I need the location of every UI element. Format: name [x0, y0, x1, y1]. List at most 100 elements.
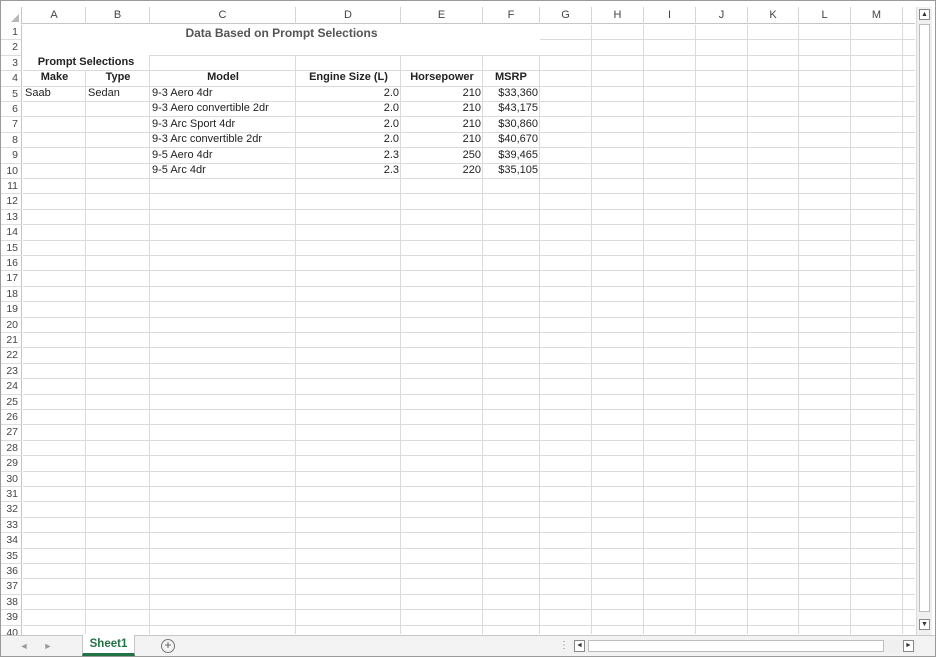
- header-msrp[interactable]: MSRP: [495, 70, 552, 85]
- cell-msrp[interactable]: $43,175: [483, 101, 540, 116]
- cell-model[interactable]: 9-3 Arc convertible 2dr: [150, 132, 296, 147]
- cell-engine-size[interactable]: 2.3: [296, 148, 401, 163]
- vertical-scroll-thumb[interactable]: [919, 24, 930, 612]
- cell-horsepower[interactable]: 210: [401, 101, 483, 116]
- cell-model[interactable]: 9-3 Arc Sport 4dr: [150, 117, 296, 132]
- cell-msrp[interactable]: $33,360: [483, 86, 540, 101]
- cell-engine-size[interactable]: 2.0: [296, 86, 401, 101]
- cell-msrp[interactable]: $30,860: [483, 117, 540, 132]
- row-header-12[interactable]: 12: [1, 194, 22, 210]
- row-header-23[interactable]: 23: [1, 363, 22, 380]
- cell-msrp[interactable]: $40,670: [483, 132, 540, 147]
- row-header-11[interactable]: 11: [1, 179, 22, 195]
- cell-horsepower[interactable]: 210: [401, 117, 483, 132]
- scroll-left-icon[interactable]: ◄: [574, 640, 585, 652]
- column-header-l[interactable]: L: [799, 7, 851, 24]
- row-header-31[interactable]: 31: [1, 487, 22, 503]
- cell-model[interactable]: 9-5 Aero 4dr: [150, 148, 296, 163]
- row-header-38[interactable]: 38: [1, 594, 22, 611]
- column-header-e[interactable]: E: [401, 7, 483, 24]
- cell-engine-size[interactable]: 2.0: [296, 117, 401, 132]
- column-header-d[interactable]: D: [296, 7, 401, 24]
- row-header-33[interactable]: 33: [1, 517, 22, 534]
- row-header-16[interactable]: 16: [1, 256, 22, 272]
- row-header-2[interactable]: 2: [1, 40, 22, 56]
- row-header-27[interactable]: 27: [1, 425, 22, 441]
- row-header-36[interactable]: 36: [1, 564, 22, 580]
- column-header-c[interactable]: C: [150, 7, 296, 24]
- column-header-j[interactable]: J: [696, 7, 748, 24]
- row-header-3[interactable]: 3: [1, 55, 22, 72]
- horizontal-scrollbar[interactable]: ◄ ►: [572, 640, 916, 653]
- row-header-5[interactable]: 5: [1, 86, 22, 102]
- row-header-37[interactable]: 37: [1, 579, 22, 595]
- header-engine-size[interactable]: Engine Size (L): [296, 70, 401, 85]
- row-header-30[interactable]: 30: [1, 471, 22, 487]
- row-header-14[interactable]: 14: [1, 225, 22, 241]
- row-header-1[interactable]: 1: [1, 25, 22, 41]
- row-header-34[interactable]: 34: [1, 533, 22, 549]
- cell-engine-size[interactable]: 2.0: [296, 132, 401, 147]
- next-sheet-icon[interactable]: ►: [41, 638, 55, 654]
- row-header-28[interactable]: 28: [1, 440, 22, 457]
- column-header-m[interactable]: M: [851, 7, 903, 24]
- row-header-39[interactable]: 39: [1, 610, 22, 626]
- vertical-scrollbar[interactable]: ▲ ▼: [916, 7, 932, 635]
- row-header-21[interactable]: 21: [1, 333, 22, 349]
- column-header-k[interactable]: K: [748, 7, 799, 24]
- row-header-10[interactable]: 10: [1, 163, 22, 179]
- cell-msrp[interactable]: $39,465: [483, 148, 540, 163]
- column-header-f[interactable]: F: [483, 7, 540, 24]
- horizontal-scroll-thumb[interactable]: [588, 640, 884, 652]
- row-header-26[interactable]: 26: [1, 410, 22, 426]
- column-header-b[interactable]: B: [86, 7, 150, 24]
- row-header-19[interactable]: 19: [1, 302, 22, 318]
- header-horsepower[interactable]: Horsepower: [401, 70, 483, 85]
- cell-horsepower[interactable]: 220: [401, 163, 483, 178]
- cell-msrp[interactable]: $35,105: [483, 163, 540, 178]
- tab-splitter-icon[interactable]: ⋮: [559, 639, 569, 653]
- column-header-a[interactable]: A: [23, 7, 86, 24]
- row-header-6[interactable]: 6: [1, 102, 22, 118]
- cell-horsepower[interactable]: 210: [401, 86, 483, 101]
- scroll-right-icon[interactable]: ►: [903, 640, 914, 652]
- column-header-i[interactable]: I: [644, 7, 696, 24]
- row-header-8[interactable]: 8: [1, 132, 22, 149]
- row-header-22[interactable]: 22: [1, 348, 22, 364]
- add-sheet-icon[interactable]: +: [161, 639, 175, 653]
- cell-model[interactable]: 9-3 Aero convertible 2dr: [150, 101, 296, 116]
- row-header-4[interactable]: 4: [1, 71, 22, 87]
- row-header-15[interactable]: 15: [1, 240, 22, 256]
- cell-type-value[interactable]: Sedan: [86, 86, 150, 101]
- cell-make-value[interactable]: Saab: [23, 86, 86, 101]
- scroll-down-icon[interactable]: ▼: [919, 619, 930, 630]
- cell-model[interactable]: 9-5 Arc 4dr: [150, 163, 296, 178]
- select-all-button[interactable]: [1, 7, 22, 24]
- prev-sheet-icon[interactable]: ◄: [17, 638, 31, 654]
- cell-engine-size[interactable]: 2.3: [296, 163, 401, 178]
- row-header-32[interactable]: 32: [1, 502, 22, 518]
- header-model[interactable]: Model: [150, 70, 296, 85]
- row-header-7[interactable]: 7: [1, 117, 22, 133]
- header-type[interactable]: Type: [86, 70, 150, 85]
- cell-horsepower[interactable]: 250: [401, 148, 483, 163]
- cell-model[interactable]: 9-3 Aero 4dr: [150, 86, 296, 101]
- prompt-selections-label[interactable]: Prompt Selections: [23, 55, 149, 70]
- cell-horsepower[interactable]: 210: [401, 132, 483, 147]
- row-header-13[interactable]: 13: [1, 209, 22, 226]
- row-header-18[interactable]: 18: [1, 286, 22, 303]
- row-header-35[interactable]: 35: [1, 548, 22, 564]
- cell-engine-size[interactable]: 2.0: [296, 101, 401, 116]
- row-header-9[interactable]: 9: [1, 148, 22, 164]
- report-title[interactable]: Data Based on Prompt Selections: [23, 25, 540, 41]
- cell-grid[interactable]: Data Based on Prompt Selections Prompt S…: [23, 25, 915, 634]
- row-header-17[interactable]: 17: [1, 271, 22, 287]
- row-header-25[interactable]: 25: [1, 394, 22, 410]
- header-make[interactable]: Make: [23, 70, 86, 85]
- row-header-29[interactable]: 29: [1, 456, 22, 472]
- scroll-up-icon[interactable]: ▲: [919, 9, 930, 20]
- row-header-20[interactable]: 20: [1, 317, 22, 333]
- column-header-h[interactable]: H: [592, 7, 644, 24]
- column-header-g[interactable]: G: [540, 7, 592, 24]
- row-header-24[interactable]: 24: [1, 379, 22, 395]
